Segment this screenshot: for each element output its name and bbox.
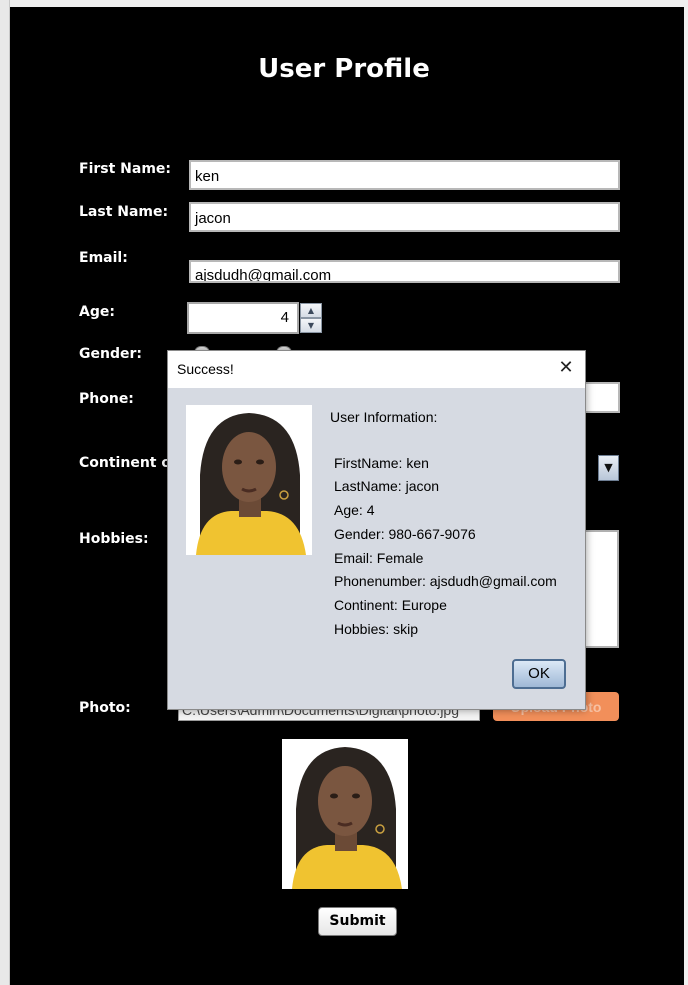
- dialog-info-line: Gender: 980-667-9076: [334, 526, 476, 542]
- dialog-info-line: Continent: Europe: [334, 597, 447, 613]
- hobbies-label: Hobbies:: [79, 531, 149, 547]
- dialog-photo: [186, 405, 312, 555]
- phone-label: Phone:: [79, 391, 134, 407]
- close-icon[interactable]: ✕: [555, 357, 577, 379]
- phone-field[interactable]: [584, 382, 620, 413]
- age-value[interactable]: 4: [187, 302, 299, 334]
- dialog-info-heading: User Information:: [330, 409, 438, 425]
- dialog-info-line: LastName: jacon: [334, 478, 440, 494]
- chevron-down-icon[interactable]: ▼: [300, 318, 322, 333]
- dialog-info-line: FirstName: ken: [334, 455, 429, 471]
- age-spinner[interactable]: 4 ▲ ▼: [187, 302, 323, 334]
- hobbies-textarea[interactable]: [584, 530, 619, 648]
- dialog-titlebar: Success! ✕: [168, 351, 585, 388]
- gender-label: Gender:: [79, 346, 142, 362]
- success-dialog: Success! ✕ User Information: FirstName: …: [167, 350, 586, 710]
- photo-label: Photo:: [79, 700, 131, 716]
- email-label: Email:: [79, 250, 128, 266]
- first-name-field[interactable]: ken: [189, 160, 620, 190]
- dialog-info-line: Phonenumber: ajsdudh@gmail.com: [334, 573, 557, 589]
- window-left-edge: [0, 0, 10, 985]
- first-name-label: First Name:: [79, 161, 172, 177]
- email-field[interactable]: ajsdudh@gmail.com: [189, 260, 620, 283]
- dropdown-arrow-icon[interactable]: ▼: [598, 455, 619, 481]
- page-title: User Profile: [258, 54, 430, 84]
- window-top-edge: [0, 0, 688, 7]
- continent-label: Continent of: [79, 455, 178, 471]
- dialog-info-line: Age: 4: [334, 502, 375, 518]
- ok-button[interactable]: OK: [512, 659, 566, 689]
- age-label: Age:: [79, 304, 115, 320]
- dialog-info-line: Hobbies: skip: [334, 621, 419, 637]
- dialog-info-line: Email: Female: [334, 550, 424, 566]
- last-name-label: Last Name:: [79, 204, 169, 220]
- submit-button[interactable]: Submit: [318, 907, 397, 936]
- photo-preview: [282, 739, 408, 889]
- window-right-edge: [684, 0, 688, 985]
- dialog-title: Success!: [177, 361, 234, 377]
- chevron-up-icon[interactable]: ▲: [300, 303, 322, 318]
- last-name-field[interactable]: jacon: [189, 202, 620, 232]
